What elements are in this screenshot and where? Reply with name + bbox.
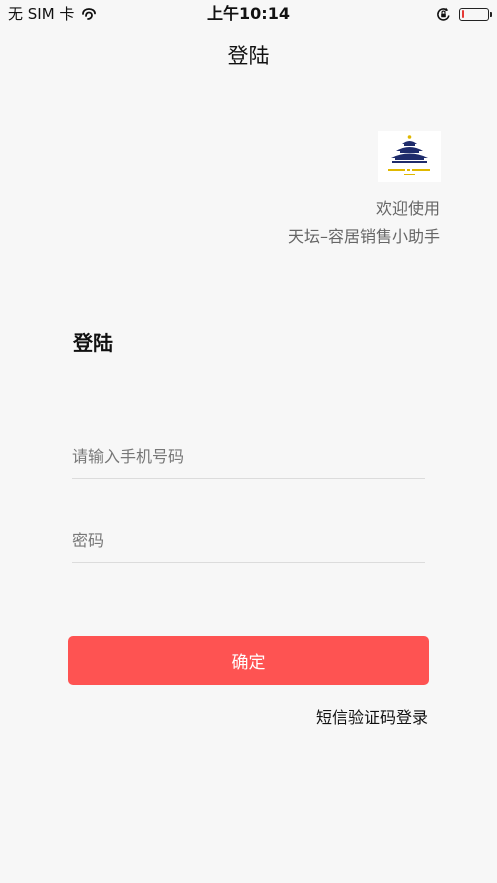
confirm-button[interactable]: 确定 (68, 636, 429, 685)
welcome-line-2: 天坛–容居销售小助手 (287, 227, 440, 246)
status-bar: 无 SIM 卡 上午10:14 (0, 0, 497, 28)
status-right (436, 4, 492, 24)
form-title: 登陆 (73, 331, 113, 355)
sms-login-link[interactable]: 短信验证码登录 (316, 707, 428, 729)
phone-input[interactable] (72, 434, 425, 478)
status-time: 上午10:14 (207, 4, 290, 23)
phone-field-container (72, 434, 425, 479)
battery-icon (459, 7, 492, 21)
orientation-lock-icon (436, 7, 451, 22)
password-input[interactable] (72, 518, 425, 562)
page-title: 登陆 (227, 44, 270, 68)
temple-of-heaven-logo-icon (378, 131, 441, 182)
welcome-line-1: 欢迎使用 (375, 199, 440, 218)
password-field-container (72, 518, 425, 563)
login-screen: 无 SIM 卡 上午10:14 登陆 欢迎使用 天坛–容居销售小助手 登陆 请输… (0, 0, 497, 883)
battery-fill (461, 10, 465, 18)
